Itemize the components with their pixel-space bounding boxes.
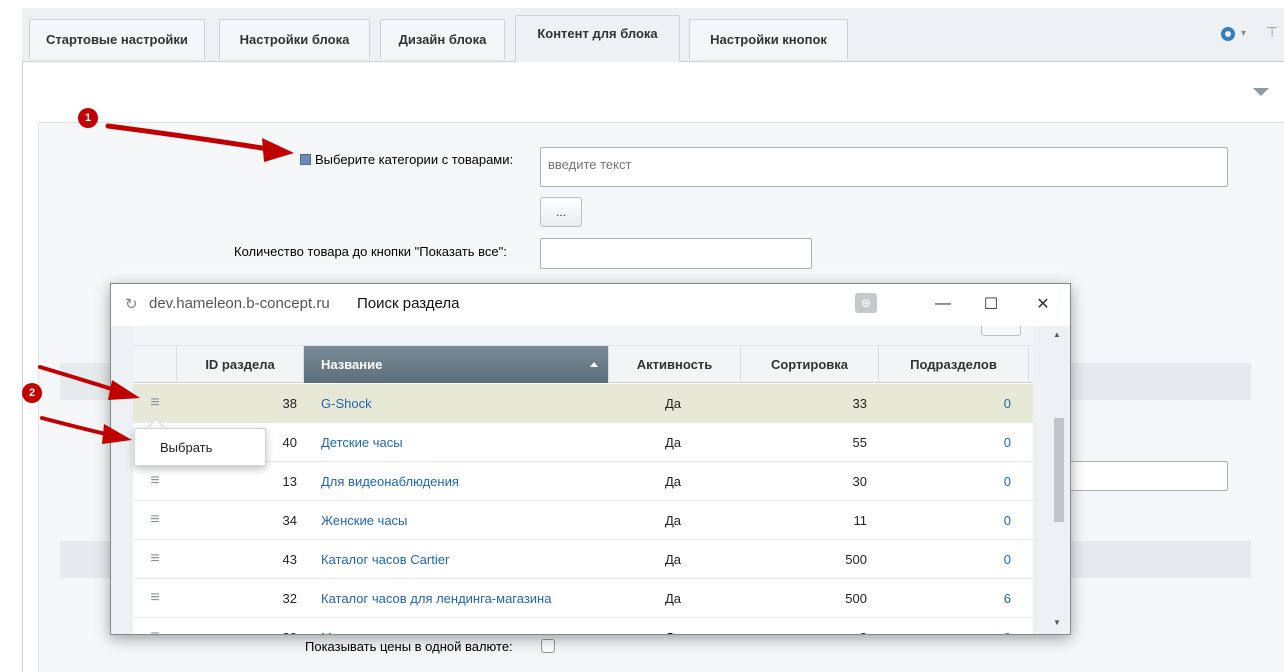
annotation-badge-2: 2 <box>22 383 42 403</box>
arrow-1 <box>105 123 294 162</box>
arrow-2a <box>38 365 140 400</box>
annotation-arrows <box>38 123 294 444</box>
arrow-2b <box>40 416 132 444</box>
annotation-badge-1: 1 <box>78 108 98 128</box>
